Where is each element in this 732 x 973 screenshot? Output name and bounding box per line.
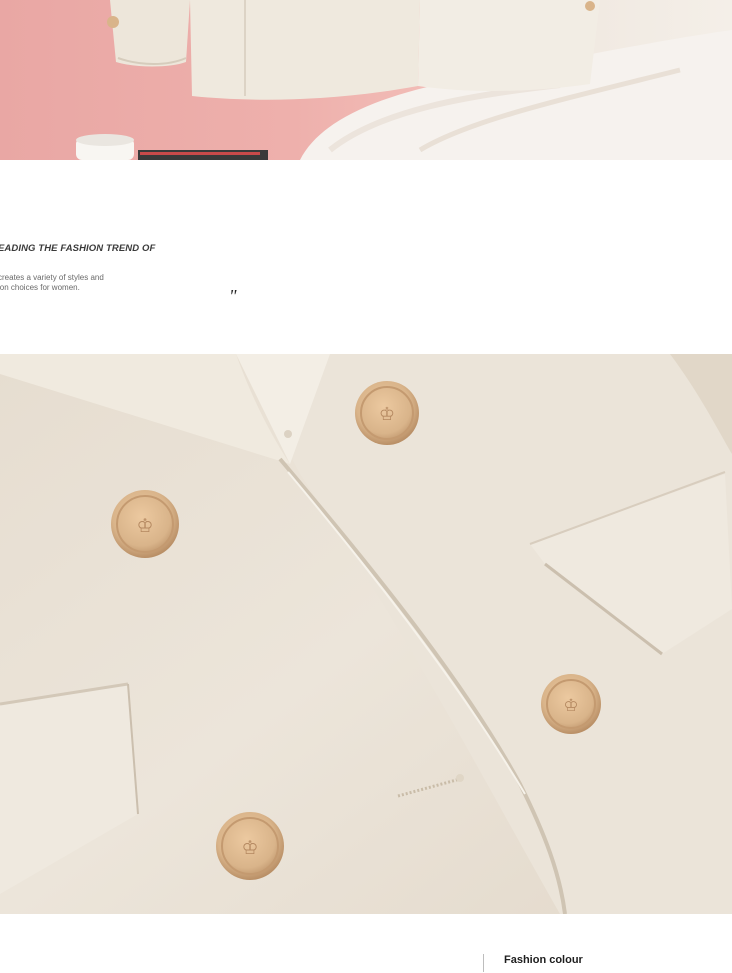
blazer-hanging-illustration [76,0,732,160]
description-line-1: creates a variety of styles and [0,273,104,282]
product-photo-detail: ♔ ♔ ♔ ♔ [0,354,732,914]
blazer-closeup-illustration: ♔ ♔ ♔ ♔ [0,354,732,914]
section-description: creates a variety of styles and ion choi… [0,273,104,293]
quote-mark: " [229,286,237,306]
svg-text:♔: ♔ [563,696,578,715]
button-2: ♔ [111,490,179,558]
svg-text:♔: ♔ [241,838,258,859]
product-photo-top [0,0,732,160]
button-3: ♔ [541,674,601,734]
section-heading: EADING THE FASHION TREND OF [0,243,156,254]
description-line-2: ion choices for women. [0,283,80,292]
footer-section [0,914,732,973]
intro-text-section [0,160,732,354]
svg-text:♔: ♔ [136,516,153,537]
vertical-divider [483,954,484,972]
svg-text:♔: ♔ [379,404,395,424]
button-1: ♔ [355,381,419,445]
fashion-colour-title: Fashion colour [504,954,583,966]
button-4: ♔ [216,812,284,880]
